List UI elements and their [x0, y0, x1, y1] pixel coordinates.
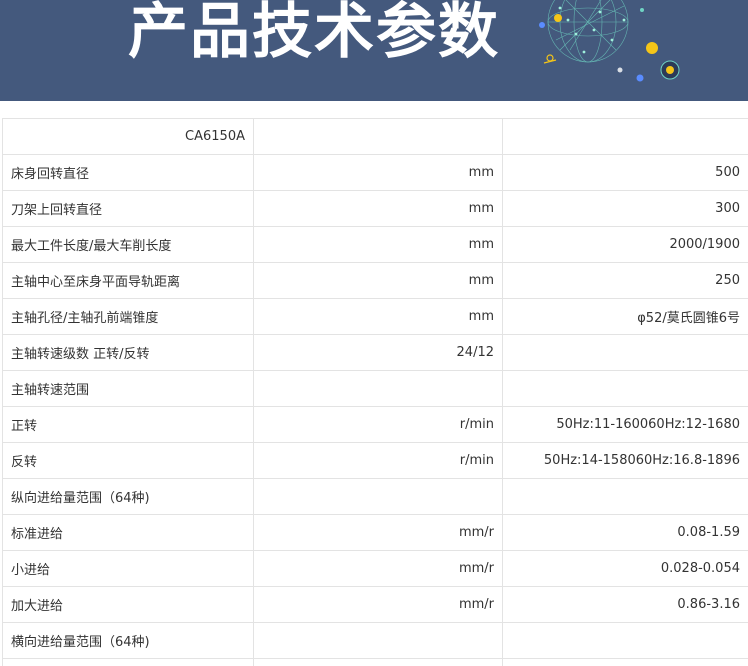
- header-banner: 产品技术参数: [0, 0, 748, 101]
- param-unit-cell: r/min: [253, 406, 503, 443]
- param-name-cell: 标准进给: [2, 514, 254, 551]
- param-name-cell: 主轴孔径/主轴孔前端锥度: [2, 298, 254, 335]
- param-value-cell: [502, 478, 748, 515]
- param-name-cell: 床身回转直径: [2, 154, 254, 191]
- param-value-cell: 0.08-1.59: [502, 514, 748, 551]
- param-unit-cell: mm: [253, 226, 503, 263]
- table-row: 小进给 mm/r 0.028-0.054: [2, 550, 748, 587]
- banner-title: 产品技术参数: [128, 0, 500, 67]
- table-row: 最大工件长度/最大车削长度 mm 2000/1900: [2, 226, 748, 263]
- table-row: 正转 r/min 50Hz:11-160060Hz:12-1680: [2, 406, 748, 443]
- param-name-cell: 最大工件长度/最大车削长度: [2, 226, 254, 263]
- param-unit-cell: mm/r: [253, 550, 503, 587]
- param-value-cell: 500: [502, 154, 748, 191]
- param-value-cell: [502, 622, 748, 659]
- param-value-cell: [502, 370, 748, 407]
- param-unit-cell: r/min: [253, 442, 503, 479]
- param-unit-cell: mm: [253, 262, 503, 299]
- param-value-cell: 50Hz:11-160060Hz:12-1680: [502, 406, 748, 443]
- param-name-cell: 主轴转速范围: [2, 370, 254, 407]
- param-value-cell: 0.028-0.054: [502, 550, 748, 587]
- param-name-cell: 主轴转速级数 正转/反转: [2, 334, 254, 371]
- param-unit-cell: [253, 658, 503, 666]
- param-value-cell: φ52/莫氏圆锥6号: [502, 298, 748, 335]
- param-value-cell: 2000/1900: [502, 226, 748, 263]
- table-row: 反转 r/min 50Hz:14-158060Hz:16.8-1896: [2, 442, 748, 479]
- spec-table: CA6150A 床身回转直径 mm 500 刀架上回转直径 mm 300 最大工件长度/最大车…: [2, 118, 748, 666]
- param-unit-cell: mm: [253, 190, 503, 227]
- param-unit-cell: 24/12: [253, 334, 503, 371]
- table-row: 主轴转速范围: [2, 370, 748, 407]
- param-value-cell: [502, 334, 748, 371]
- param-unit-cell: mm: [253, 298, 503, 335]
- param-unit-cell: mm/r: [253, 514, 503, 551]
- param-value-cell: [502, 658, 748, 666]
- table-row: 主轴转速级数 正转/反转 24/12: [2, 334, 748, 371]
- param-name-cell: 小进给: [2, 550, 254, 587]
- table-row: 加大进给 mm/r 0.86-3.16: [2, 586, 748, 623]
- spec-table-container: CA6150A 床身回转直径 mm 500 刀架上回转直径 mm 300 最大工件长度/最大车…: [2, 118, 748, 666]
- table-row: [2, 658, 748, 666]
- param-unit-cell: mm/r: [253, 586, 503, 623]
- table-row: 纵向进给量范围（64种): [2, 478, 748, 515]
- param-name-cell: 正转: [2, 406, 254, 443]
- param-value-cell: 250: [502, 262, 748, 299]
- param-unit-cell: [253, 118, 503, 155]
- param-name-cell: [2, 658, 254, 666]
- param-value-cell: 50Hz:14-158060Hz:16.8-1896: [502, 442, 748, 479]
- param-unit-cell: [253, 622, 503, 659]
- table-row: 标准进给 mm/r 0.08-1.59: [2, 514, 748, 551]
- param-name-cell: CA6150A: [2, 118, 254, 155]
- table-row: 刀架上回转直径 mm 300: [2, 190, 748, 227]
- param-name-cell: 加大进给: [2, 586, 254, 623]
- network-globe-icon: [539, 0, 680, 82]
- table-row: 主轴中心至床身平面导轨距离 mm 250: [2, 262, 748, 299]
- param-value-cell: 0.86-3.16: [502, 586, 748, 623]
- param-name-cell: 横向进给量范围（64种): [2, 622, 254, 659]
- table-row: 横向进给量范围（64种): [2, 622, 748, 659]
- param-unit-cell: [253, 370, 503, 407]
- param-name-cell: 反转: [2, 442, 254, 479]
- param-name-cell: 刀架上回转直径: [2, 190, 254, 227]
- param-name-cell: 纵向进给量范围（64种): [2, 478, 254, 515]
- param-value-cell: 300: [502, 190, 748, 227]
- table-row: 主轴孔径/主轴孔前端锥度 mm φ52/莫氏圆锥6号: [2, 298, 748, 335]
- table-row: CA6150A: [2, 118, 748, 155]
- param-unit-cell: mm: [253, 154, 503, 191]
- param-value-cell: [502, 118, 748, 155]
- table-row: 床身回转直径 mm 500: [2, 154, 748, 191]
- param-name-cell: 主轴中心至床身平面导轨距离: [2, 262, 254, 299]
- param-unit-cell: [253, 478, 503, 515]
